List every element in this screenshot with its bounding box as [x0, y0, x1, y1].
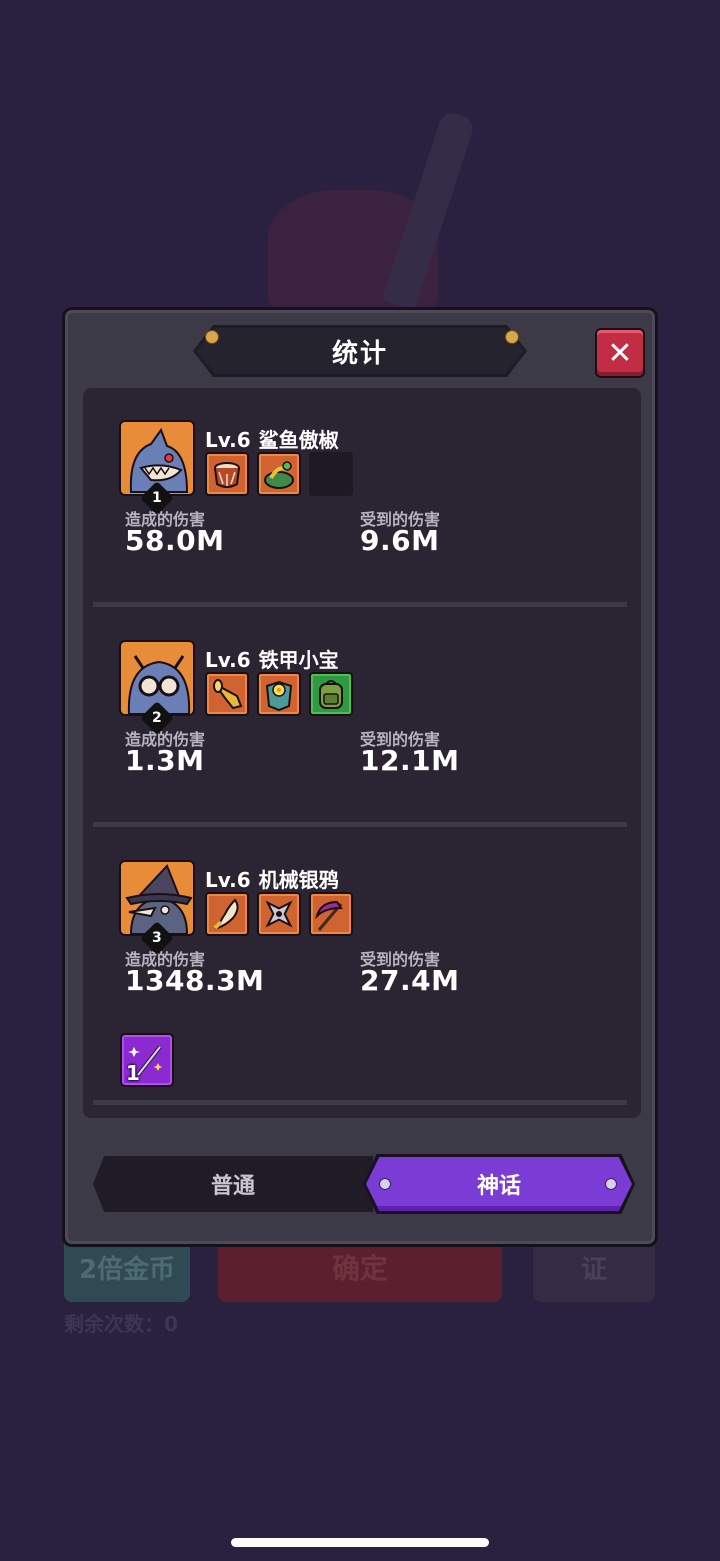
hero-name-text: 铁甲小宝: [258, 648, 339, 672]
damage-dealt-value: 1348.3M: [125, 964, 265, 997]
damage-taken-value: 9.6M: [360, 524, 440, 557]
equipment-slots: [205, 672, 353, 716]
close-icon: ✕: [607, 335, 633, 371]
hero-name: Lv.6 鲨鱼傲椒: [205, 424, 339, 453]
tab-normal-label: 普通: [210, 1174, 255, 1199]
row-divider: [93, 822, 627, 827]
fang-icon[interactable]: [205, 892, 249, 936]
damage-dealt-value: 1.3M: [125, 744, 205, 777]
hero-name-text: 机械银鸦: [258, 868, 339, 892]
tab-myth[interactable]: 神话: [363, 1154, 635, 1214]
tab-left-dot: [379, 1178, 391, 1190]
scythe-icon[interactable]: [309, 892, 353, 936]
row-divider: [93, 602, 627, 607]
pepper-plate-icon[interactable]: [257, 452, 301, 496]
stats-panel: 1 Lv.6 鲨鱼傲椒 造成的伤害 58.0M 受到的伤害 9.6M 2 Lv.…: [83, 388, 641, 1118]
remaining-count: 剩余次数：0: [64, 1312, 178, 1336]
home-indicator[interactable]: [231, 1538, 489, 1547]
damage-taken-value: 27.4M: [360, 964, 460, 997]
backpack-icon[interactable]: [309, 672, 353, 716]
damage-dealt-value: 58.0M: [125, 524, 225, 557]
equipment-slots: [205, 892, 353, 936]
hero-level: Lv.6: [205, 868, 251, 892]
equipment-slots: [205, 452, 353, 496]
shuriken-icon[interactable]: [257, 892, 301, 936]
tab-normal[interactable]: 普通: [93, 1156, 373, 1212]
stats-modal: 统计 ✕ 1 Lv.6 鲨鱼傲椒 造成的伤害 58.0M 受到的伤害 9.6M …: [62, 307, 658, 1247]
title-plate: 统计: [193, 325, 527, 377]
tab-myth-body: 神话: [366, 1157, 632, 1211]
horn-icon[interactable]: [205, 672, 249, 716]
hero-level: Lv.6: [205, 428, 251, 452]
modal-title: 统计: [331, 338, 388, 369]
close-button[interactable]: ✕: [595, 328, 645, 378]
hero-name: Lv.6 铁甲小宝: [205, 644, 339, 673]
hero-level: Lv.6: [205, 648, 251, 672]
hero-name: Lv.6 机械银鸦: [205, 864, 339, 893]
hero-row: 1 Lv.6 鲨鱼傲椒 造成的伤害 58.0M 受到的伤害 9.6M: [83, 388, 641, 608]
drum-icon[interactable]: [205, 452, 249, 496]
panel-bottom-divider: [93, 1100, 627, 1105]
title-left-dot: [205, 330, 219, 344]
magic-wand-item[interactable]: 1: [120, 1033, 174, 1087]
bonus-item-count: 1: [126, 1061, 140, 1085]
tab-right-dot: [605, 1178, 617, 1190]
damage-taken-value: 12.1M: [360, 744, 460, 777]
title-right-dot: [505, 330, 519, 344]
empty-slot: [309, 452, 353, 496]
flower-armor-icon[interactable]: [257, 672, 301, 716]
hero-row: 3 Lv.6 机械银鸦 造成的伤害 1348.3M 受到的伤害 27.4M: [83, 828, 641, 1048]
tab-myth-label: 神话: [476, 1174, 521, 1199]
hero-row: 2 Lv.6 铁甲小宝 造成的伤害 1.3M 受到的伤害 12.1M: [83, 608, 641, 828]
hero-name-text: 鲨鱼傲椒: [258, 428, 339, 452]
